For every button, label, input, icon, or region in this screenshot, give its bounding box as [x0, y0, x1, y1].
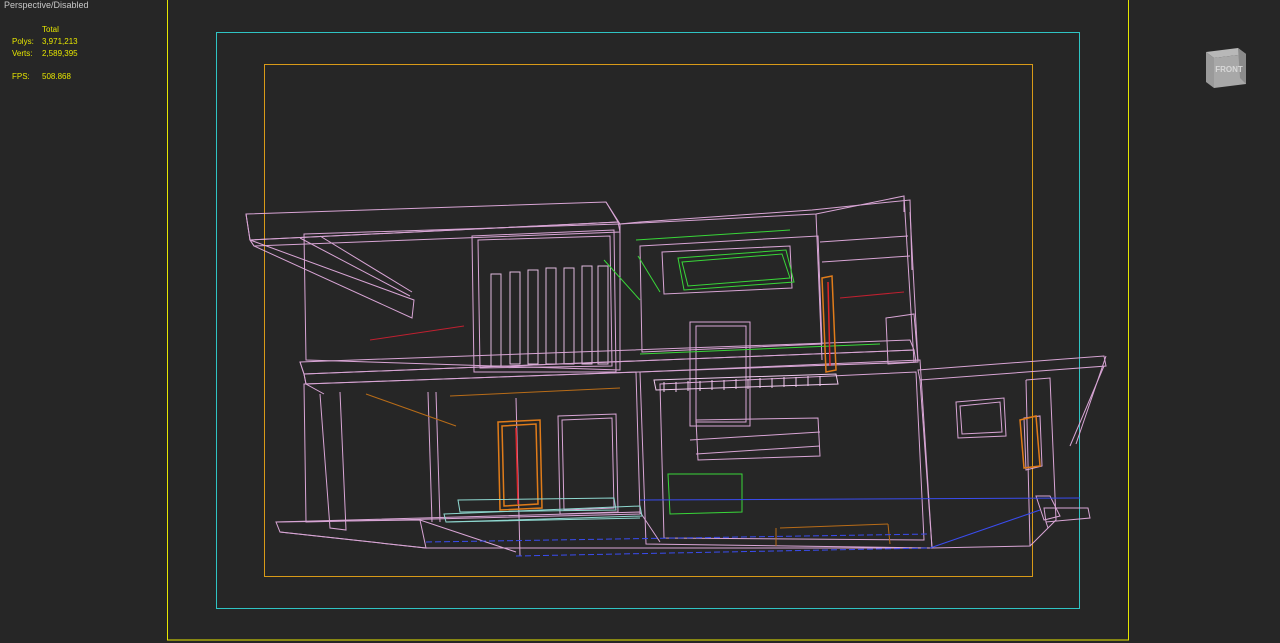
view-cube-icon[interactable]: FRONT — [1200, 44, 1248, 92]
perspective-viewport[interactable]: Perspective/Disabled Total Polys: 3,971,… — [0, 0, 1280, 643]
view-cube[interactable]: FRONT — [1200, 44, 1248, 92]
wireframe-scene[interactable] — [0, 0, 1280, 643]
house-wireframe[interactable] — [245, 195, 1107, 557]
orange-elements — [365, 275, 1041, 546]
view-cube-face-label: FRONT — [1215, 65, 1243, 74]
